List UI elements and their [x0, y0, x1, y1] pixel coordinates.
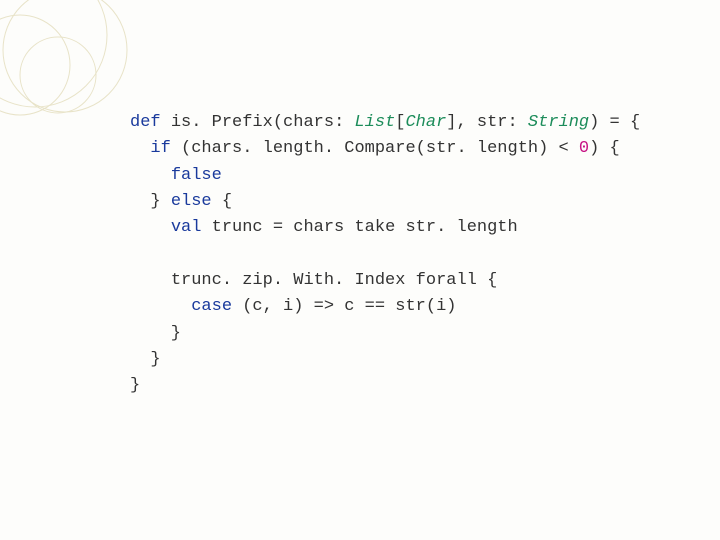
kw-else: else — [171, 192, 212, 211]
val-rhs-obj: chars — [293, 218, 344, 237]
code-block: def is. Prefix(chars: List[Char], str: S… — [130, 110, 680, 400]
case-eq: == — [365, 297, 385, 316]
type-list: List — [354, 113, 395, 132]
cond-rhs: 0 — [579, 139, 589, 158]
case-arrow: => — [314, 297, 334, 316]
code-slide: def is. Prefix(chars: List[Char], str: S… — [0, 0, 720, 540]
val-name: trunc — [212, 218, 263, 237]
expr-method2: forall — [416, 271, 477, 290]
cond-op: < — [559, 139, 569, 158]
fn-name: is. Prefix — [171, 113, 273, 132]
type-char: Char — [405, 113, 446, 132]
case-lhs: c — [344, 297, 354, 316]
type-string: String — [528, 113, 589, 132]
kw-case: case — [191, 297, 232, 316]
cond-obj: chars — [191, 139, 242, 158]
val-rhs-arg: str. length — [405, 218, 517, 237]
expr-obj: trunc — [171, 271, 222, 290]
cond-method: length. Compare — [263, 139, 416, 158]
kw-if: if — [150, 139, 170, 158]
case-pat: (c, i) — [242, 297, 303, 316]
kw-false: false — [171, 166, 222, 185]
cond-arg: str. length — [426, 139, 538, 158]
case-rhs: str(i) — [395, 297, 456, 316]
param1-name: chars — [283, 113, 334, 132]
param2-name: str — [477, 113, 508, 132]
expr-method1: zip. With. Index — [242, 271, 405, 290]
val-rhs-method: take — [354, 218, 395, 237]
kw-val: val — [171, 218, 202, 237]
kw-def: def — [130, 113, 161, 132]
